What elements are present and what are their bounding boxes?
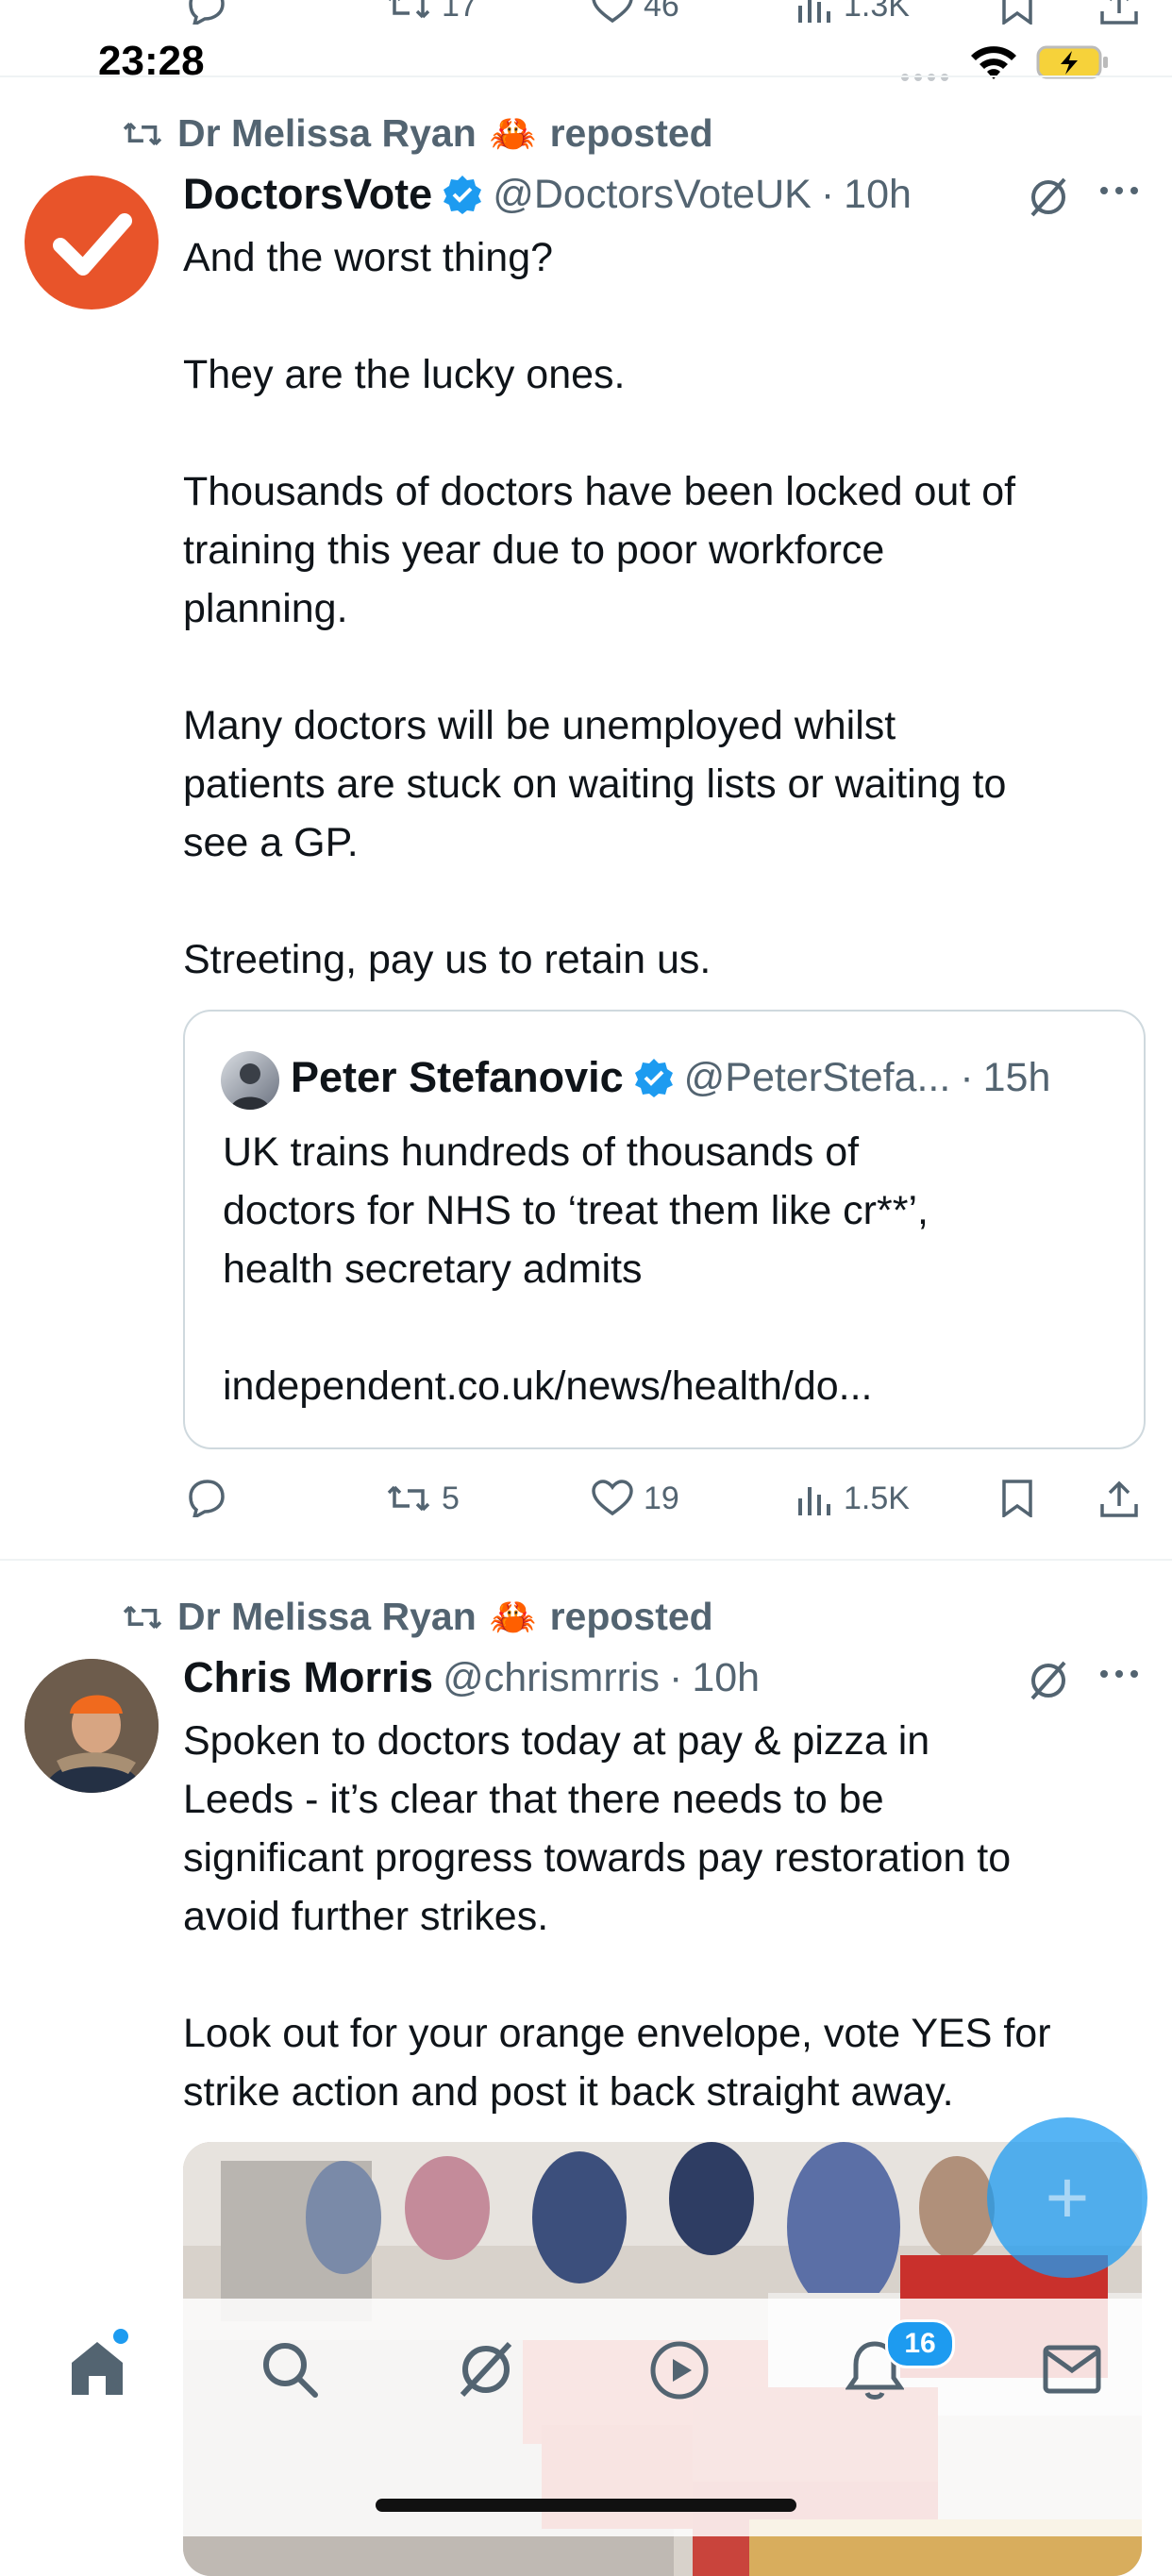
quoted-tweet[interactable]: Peter Stefanovic @PeterStefa... · 15h UK… <box>183 1010 1146 1449</box>
retweet-icon <box>121 1600 164 1634</box>
like-stat[interactable]: 46 <box>591 0 679 25</box>
bookmark-icon[interactable] <box>1000 0 1034 25</box>
quote-header: Peter Stefanovic @PeterStefa... · 15h <box>291 1053 1050 1102</box>
verified-badge-icon <box>442 174 483 215</box>
views-count: 1.3K <box>844 0 910 24</box>
grok-icon[interactable] <box>455 2338 517 2400</box>
reposter-name[interactable]: Dr Melissa Ryan <box>177 111 477 156</box>
tweet-header: DoctorsVote @DoctorsVoteUK · 10h <box>183 170 912 219</box>
views-stat[interactable]: 1.3K <box>796 0 910 25</box>
tweet-actions: 5 19 1.5K <box>0 1470 1172 1527</box>
tweet-time[interactable]: 10h <box>692 1655 760 1701</box>
separator-dot: · <box>669 1654 683 1700</box>
search-icon[interactable] <box>260 2340 319 2399</box>
retweet-icon <box>385 0 432 25</box>
share-icon[interactable] <box>1098 1480 1140 1517</box>
author-handle[interactable]: @DoctorsVoteUK <box>493 172 812 218</box>
views-icon <box>796 1480 834 1517</box>
grok-icon[interactable] <box>1027 176 1070 219</box>
heart-icon <box>591 0 634 25</box>
tweet-text: Spoken to doctors today at pay & pizza i… <box>183 1718 1051 2115</box>
retweet-count: 17 <box>442 0 477 24</box>
more-options-icon[interactable] <box>1098 183 1140 203</box>
repost-label: reposted <box>549 1595 713 1638</box>
tweet-header: Chris Morris @chrismrris · 10h <box>183 1653 760 1702</box>
author-handle[interactable]: @chrismrris <box>443 1655 660 1701</box>
like-count: 19 <box>644 1480 679 1516</box>
reply-icon[interactable] <box>185 0 228 25</box>
crab-emoji: 🦀 <box>489 113 537 155</box>
grok-icon[interactable] <box>1027 1659 1070 1702</box>
home-icon[interactable] <box>66 2336 128 2399</box>
quote-author-handle[interactable]: @PeterStefa... <box>684 1055 951 1101</box>
previous-tweet-actions: 17 46 1.3K <box>0 0 1172 38</box>
views-stat[interactable]: 1.5K <box>796 1480 910 1517</box>
avatar[interactable] <box>25 176 159 309</box>
verified-badge-icon <box>633 1057 675 1098</box>
author-name[interactable]: DoctorsVote <box>183 170 432 219</box>
heart-icon <box>591 1480 634 1517</box>
repost-header: Dr Melissa Ryan 🦀 reposted <box>121 1595 713 1639</box>
quote-time: 15h <box>982 1054 1051 1100</box>
repost-label: reposted <box>549 111 713 155</box>
views-count: 1.5K <box>844 1480 910 1516</box>
compose-button[interactable]: + <box>987 2117 1147 2278</box>
bookmark-icon[interactable] <box>1000 1480 1034 1517</box>
separator-dot: · <box>820 171 835 217</box>
notification-badge: 16 <box>885 2319 955 2368</box>
plus-icon: + <box>1045 2155 1090 2239</box>
reposter-name[interactable]: Dr Melissa Ryan <box>177 1595 477 1639</box>
share-icon[interactable] <box>1098 0 1140 25</box>
home-unread-dot <box>113 2329 128 2344</box>
retweet-stat[interactable]: 5 <box>385 1480 460 1517</box>
repost-header: Dr Melissa Ryan 🦀 reposted <box>121 111 713 156</box>
like-stat[interactable]: 19 <box>591 1480 679 1517</box>
crab-emoji: 🦀 <box>489 1597 537 1638</box>
more-options-icon[interactable] <box>1098 1666 1140 1686</box>
tweet-time[interactable]: 10h <box>844 172 912 218</box>
checkmark-icon <box>53 213 132 276</box>
retweet-stat[interactable]: 17 <box>385 0 477 25</box>
retweet-icon <box>385 1480 432 1517</box>
messages-icon[interactable] <box>1042 2344 1102 2395</box>
reply-icon[interactable] <box>185 1480 228 1517</box>
home-indicator <box>376 2499 796 2512</box>
quote-author-name[interactable]: Peter Stefanovic <box>291 1053 624 1102</box>
quote-avatar[interactable] <box>221 1051 279 1110</box>
retweet-count: 5 <box>442 1480 460 1516</box>
bottom-tab-bar: 16 <box>0 2299 1172 2536</box>
play-icon[interactable] <box>649 2340 710 2400</box>
tweet-text: And the worst thing? They are the lucky … <box>183 235 1016 982</box>
avatar[interactable] <box>25 1659 159 1793</box>
views-icon <box>796 0 834 25</box>
like-count: 46 <box>644 0 679 24</box>
quote-text: UK trains hundreds of thousands of docto… <box>223 1129 929 1409</box>
separator-dot: · <box>960 1054 974 1100</box>
tweet[interactable]: Dr Melissa Ryan 🦀 reposted DoctorsVote @… <box>0 77 1172 1559</box>
retweet-icon <box>121 117 164 151</box>
author-name[interactable]: Chris Morris <box>183 1653 433 1702</box>
